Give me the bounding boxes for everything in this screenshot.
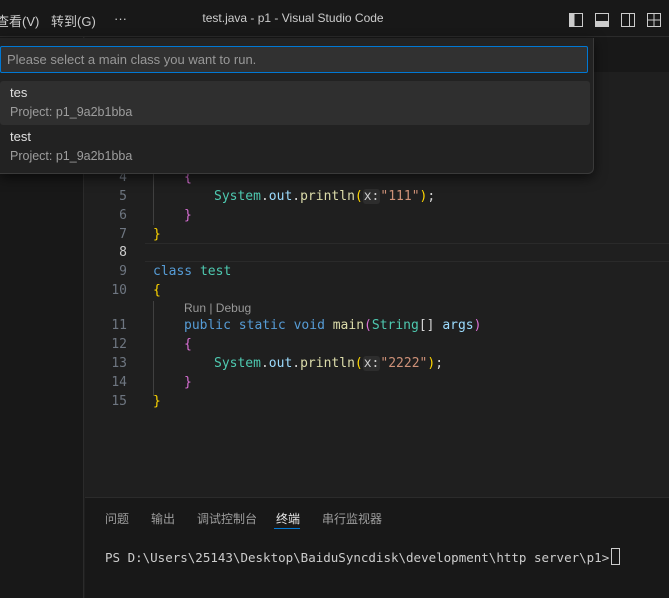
code-token: . — [292, 356, 301, 371]
customize-layout-icon[interactable] — [647, 13, 661, 27]
code-token: System — [214, 356, 261, 371]
code-line-10: 10 { — [85, 281, 669, 300]
code-token: ; — [427, 189, 436, 204]
tab-output[interactable]: 输出 — [151, 510, 175, 527]
code-token: println — [300, 356, 355, 371]
open-brace: { — [184, 337, 192, 352]
code-token: . — [260, 356, 269, 371]
code-line-11: 11 public static void main(String[] args… — [85, 316, 669, 335]
tab-terminal[interactable]: 终端 — [276, 510, 300, 527]
line-number: 5 — [119, 189, 127, 204]
code-token: out — [268, 189, 293, 204]
close-brace: } — [153, 227, 161, 242]
window-title: test.java - p1 - Visual Studio Code — [202, 11, 384, 25]
code-token: out — [268, 356, 293, 371]
line-number: 14 — [111, 375, 127, 390]
line-number: 8 — [119, 245, 127, 260]
toggle-primary-sidebar-icon[interactable] — [569, 13, 583, 27]
inlay-hint: x: — [362, 356, 381, 371]
code-line-6: 6 } — [85, 206, 669, 225]
code-token: System — [214, 189, 261, 204]
active-tab-indicator — [274, 528, 300, 529]
code-token: String — [371, 318, 419, 333]
terminal-cursor — [611, 548, 621, 565]
toggle-panel-icon[interactable] — [595, 13, 609, 27]
quick-pick-item-tes[interactable]: tes Project: p1_9a2b1bba — [0, 81, 590, 125]
open-brace: { — [153, 283, 161, 298]
close-brace: } — [184, 208, 192, 223]
code-token: main — [332, 318, 365, 333]
code-line-14: 14 } — [85, 373, 669, 392]
line-number: 11 — [111, 318, 127, 333]
code-token: test — [199, 264, 232, 279]
code-token: public — [184, 318, 231, 333]
close-brace: } — [184, 375, 192, 390]
terminal-prompt: PS D:\Users\25143\Desktop\BaiduSyncdisk\… — [105, 550, 610, 565]
quick-pick-item-description: Project: p1_9a2b1bba — [10, 149, 133, 163]
line-number: 15 — [111, 394, 127, 409]
bottom-panel: 问题 输出 调试控制台 终端 串行监视器 PS D:\Users\25143\D… — [85, 497, 669, 598]
line-number: 9 — [119, 264, 127, 279]
quick-pick-item-test[interactable]: test Project: p1_9a2b1bba — [0, 125, 590, 169]
code-token: ( — [354, 356, 363, 371]
tab-serial-monitor[interactable]: 串行监视器 — [322, 510, 382, 527]
code-line-8: 8 — [85, 243, 669, 262]
code-line-13: 13 System.out.println(x:"2222"); — [85, 354, 669, 373]
code-token: ) — [427, 356, 436, 371]
code-line-7: 7 } — [85, 225, 669, 244]
quick-pick-item-description: Project: p1_9a2b1bba — [10, 105, 133, 119]
line-number: 7 — [119, 227, 127, 242]
tab-problems[interactable]: 问题 — [105, 510, 129, 527]
code-token: . — [260, 189, 269, 204]
code-line-15: 15 } — [85, 392, 669, 411]
code-token: ( — [354, 189, 363, 204]
code-token: "2222" — [380, 356, 428, 371]
code-token: "111" — [380, 189, 420, 204]
quick-pick-item-label: test — [10, 129, 31, 144]
tab-debug-console[interactable]: 调试控制台 — [197, 510, 257, 527]
code-line-12: 12 { — [85, 335, 669, 354]
code-token: void — [293, 318, 325, 333]
line-number: 12 — [111, 337, 127, 352]
main-class-quick-pick: tes Project: p1_9a2b1bba test Project: p… — [0, 38, 594, 174]
code-token: ; — [435, 356, 444, 371]
quick-pick-item-label: tes — [10, 85, 28, 100]
code-token: [] — [418, 318, 435, 333]
codelens-run-debug[interactable]: Run | Debug — [184, 301, 251, 315]
toggle-secondary-sidebar-icon[interactable] — [621, 13, 635, 27]
code-token: ) — [473, 318, 482, 333]
code-line-5: 5 System.out.println(x:"111"); — [85, 187, 669, 206]
code-token: . — [292, 189, 301, 204]
inlay-hint: x: — [362, 189, 381, 204]
close-brace: } — [153, 394, 161, 409]
code-token: println — [300, 189, 355, 204]
line-number: 13 — [111, 356, 127, 371]
code-line-9: 9 class test — [85, 262, 669, 281]
code-token: args — [442, 318, 474, 333]
line-number: 10 — [111, 283, 127, 298]
code-token: ( — [364, 318, 372, 333]
terminal-output[interactable]: PS D:\Users\25143\Desktop\BaiduSyncdisk\… — [105, 548, 621, 565]
line-number: 6 — [119, 208, 127, 223]
code-token: class — [153, 264, 193, 279]
quick-pick-input[interactable] — [0, 46, 588, 73]
code-token: static — [238, 318, 286, 333]
title-bar: 查看(V) 转到(G) ··· test.java - p1 - Visual … — [0, 0, 669, 37]
